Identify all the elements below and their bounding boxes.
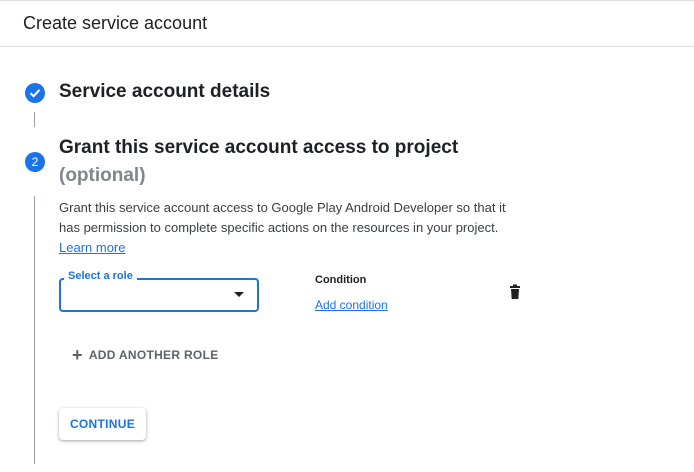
role-select[interactable] — [59, 278, 259, 312]
delete-icon[interactable] — [507, 284, 523, 300]
add-another-role-button[interactable]: + ADD ANOTHER ROLE — [72, 345, 219, 365]
continue-button[interactable]: CONTINUE — [59, 408, 146, 440]
step-connector-line — [34, 196, 35, 464]
step2-number: 2 — [25, 152, 45, 172]
check-icon — [29, 89, 41, 98]
add-condition-link[interactable]: Add condition — [315, 298, 388, 312]
step2-description: Grant this service account access to Goo… — [59, 198, 529, 258]
step-complete-check-icon — [25, 83, 45, 103]
step2-optional-label: (optional) — [59, 165, 146, 186]
learn-more-link[interactable]: Learn more — [59, 240, 125, 255]
step-connector-line — [34, 112, 35, 127]
top-bar: Create service account — [0, 0, 694, 47]
add-role-label: ADD ANOTHER ROLE — [88, 348, 219, 362]
plus-icon: + — [72, 345, 83, 365]
page-title: Create service account — [23, 13, 208, 33]
dropdown-arrow-icon[interactable] — [234, 292, 244, 297]
step2-title: Grant this service account access to pro… — [59, 137, 459, 158]
step1-title[interactable]: Service account details — [59, 81, 270, 103]
role-select-label: Select a role — [64, 270, 137, 282]
description-text: Grant this service account access to Goo… — [59, 200, 506, 235]
condition-label: Condition — [315, 274, 367, 286]
